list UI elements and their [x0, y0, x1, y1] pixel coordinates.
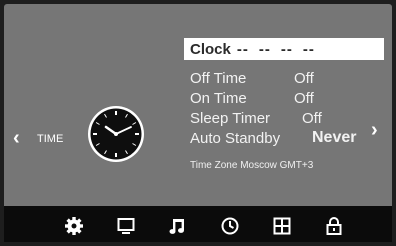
- lock-icon[interactable]: [324, 216, 344, 236]
- monitor-icon[interactable]: [116, 216, 136, 236]
- analog-clock-icon: [88, 106, 144, 162]
- menu-item-auto-standby[interactable]: Auto Standby Never: [190, 129, 356, 147]
- menu-item-on-time[interactable]: On Time Off: [190, 90, 314, 107]
- menu-item-sleep-timer[interactable]: Sleep Timer Off: [190, 110, 322, 127]
- bottom-menu-bar: [4, 206, 392, 242]
- chevron-left-icon[interactable]: ‹: [13, 128, 20, 148]
- clock-value: -- -- -- --: [236, 40, 315, 58]
- auto-standby-value: Never: [312, 129, 357, 146]
- off-time-value: Off: [294, 70, 314, 87]
- sleep-timer-value: Off: [302, 110, 322, 127]
- time-section-label: TIME: [37, 133, 64, 145]
- gear-icon[interactable]: [64, 216, 84, 236]
- on-time-value: Off: [294, 90, 314, 107]
- time-zone-item[interactable]: Time Zone Moscow GMT+3: [190, 160, 313, 171]
- clock-label: Clock: [190, 40, 231, 58]
- music-note-icon[interactable]: [168, 216, 188, 236]
- grid-icon[interactable]: [272, 216, 292, 236]
- menu-item-off-time[interactable]: Off Time Off: [190, 70, 314, 87]
- on-time-label: On Time: [190, 90, 247, 107]
- clock-icon[interactable]: [220, 216, 240, 236]
- auto-standby-label: Auto Standby: [190, 130, 281, 147]
- sleep-timer-label: Sleep Timer: [190, 110, 271, 127]
- menu-item-clock[interactable]: Clock -- -- -- --: [184, 38, 384, 60]
- off-time-label: Off Time: [190, 70, 247, 87]
- chevron-right-icon[interactable]: ›: [371, 120, 378, 140]
